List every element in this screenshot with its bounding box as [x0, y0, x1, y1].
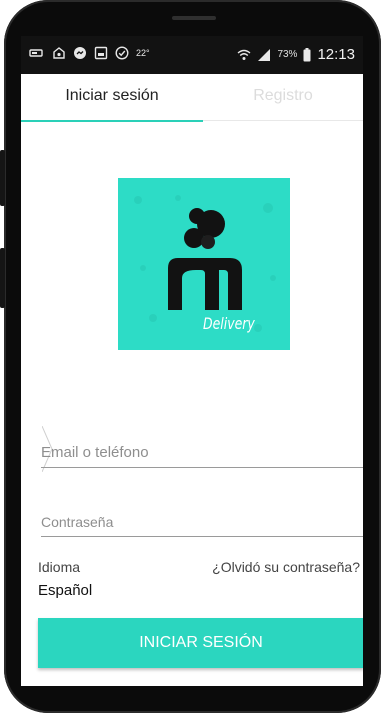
- bixby-button: [0, 248, 5, 308]
- forgot-password-link[interactable]: ¿Olvidó su contraseña?: [212, 559, 360, 575]
- signal-icon: [257, 48, 271, 62]
- login-button[interactable]: INICIAR SESIÓN: [38, 618, 363, 668]
- active-tab-indicator: [21, 120, 203, 122]
- volume-button: [0, 150, 5, 206]
- language-label: Idioma: [38, 559, 81, 575]
- email-field: [41, 444, 363, 468]
- tab-iniciar-sesion[interactable]: Iniciar sesión: [21, 74, 203, 120]
- app-logo: Delivery: [118, 178, 290, 350]
- logo-wordmark: Delivery: [203, 314, 255, 333]
- wifi-icon: [237, 48, 251, 62]
- status-bar: 22° 73% 12:13: [21, 36, 363, 74]
- check-circle-icon: [115, 46, 129, 60]
- cast-icon: [29, 47, 45, 59]
- password-input[interactable]: [41, 514, 363, 530]
- email-input[interactable]: [41, 444, 363, 461]
- email-underline: [41, 467, 363, 468]
- app-screen: 22° 73% 12:13 Iniciar sesión Registro De…: [21, 36, 363, 686]
- tab-registro[interactable]: Registro: [203, 74, 363, 120]
- earpiece-speaker: [172, 16, 216, 20]
- clock: 12:13: [317, 46, 355, 63]
- messenger-icon: [73, 46, 87, 60]
- battery-percent: 73%: [277, 49, 298, 60]
- password-field: [41, 514, 363, 537]
- auth-tabs: Iniciar sesión Registro: [21, 74, 363, 121]
- gallery-icon: [94, 46, 108, 60]
- battery-icon: [303, 47, 311, 62]
- photo-icon: [52, 46, 66, 60]
- phone-mockup: 22° 73% 12:13 Iniciar sesión Registro De…: [0, 0, 385, 713]
- status-icons-left: 22°: [29, 46, 150, 60]
- password-underline: [41, 536, 363, 537]
- temperature-text: 22°: [136, 48, 150, 58]
- bottom-edge: [21, 678, 363, 686]
- status-icons-right: 73% 12:13: [237, 46, 355, 63]
- language-value[interactable]: Español: [38, 582, 92, 599]
